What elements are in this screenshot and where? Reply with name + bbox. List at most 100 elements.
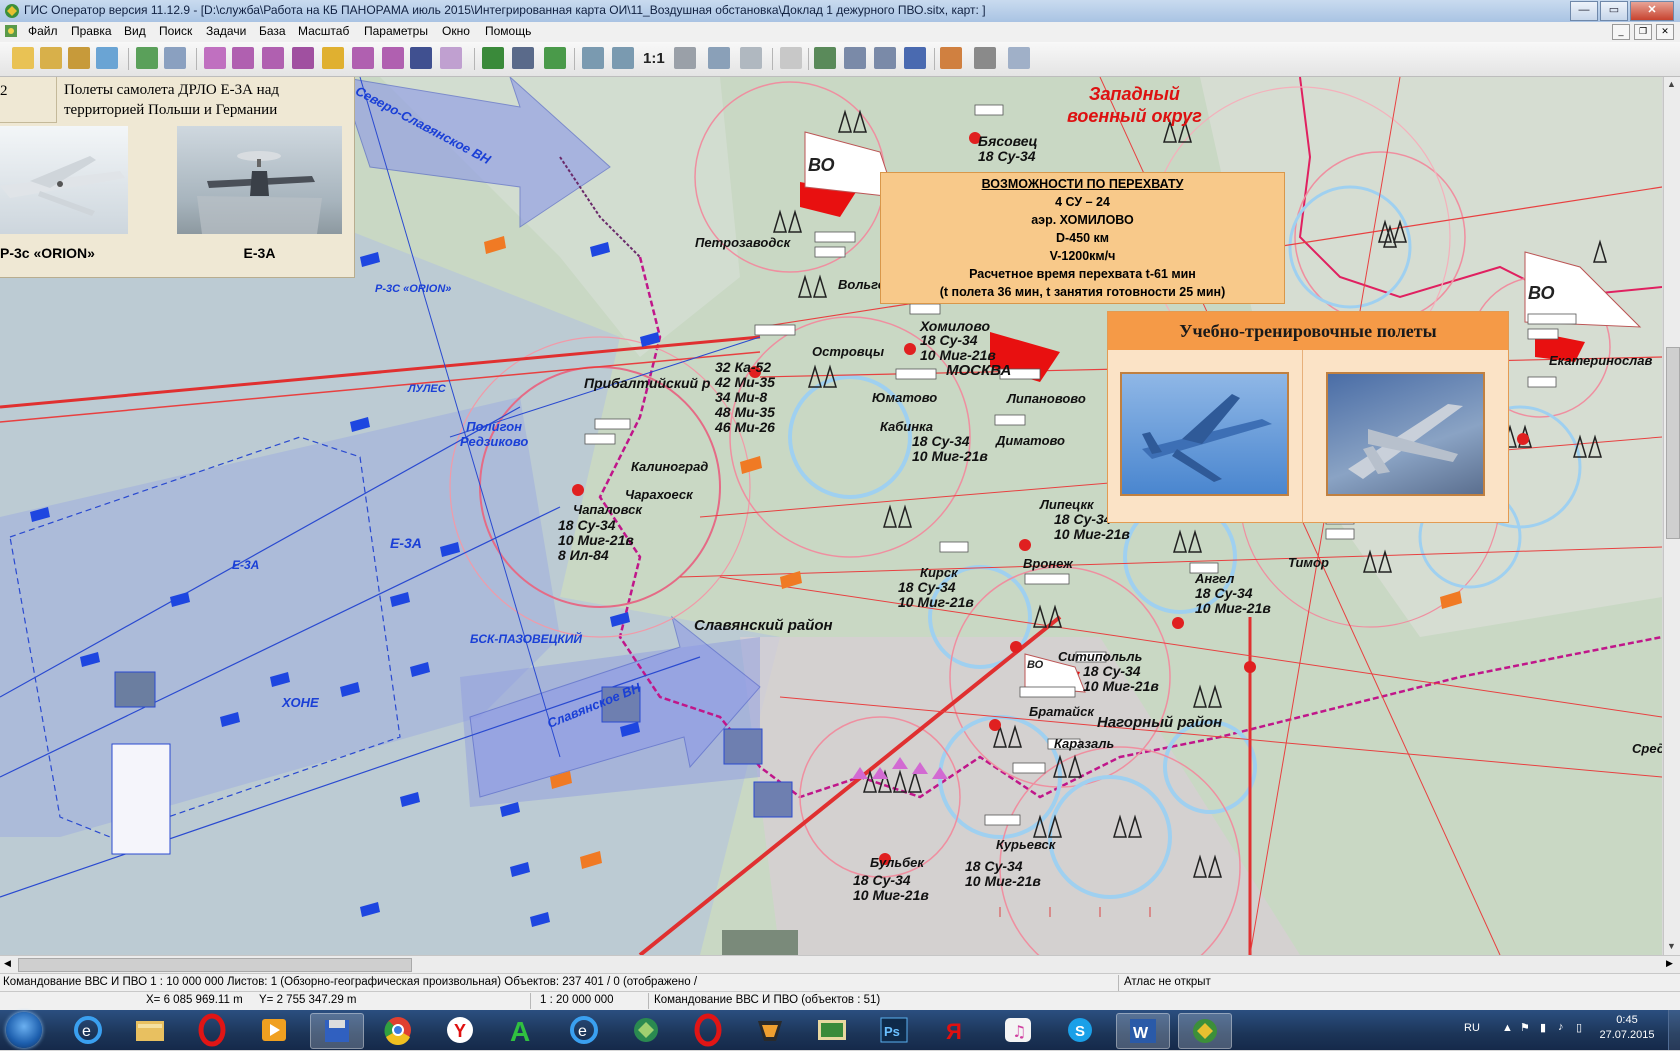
label-charakhovsk: Чарахоеск — [625, 487, 693, 502]
intercept-capability-popup[interactable]: ВОЗМОЖНОСТИ ПО ПЕРЕХВАТУ 4 СУ – 24 аэр. … — [880, 172, 1285, 304]
menu-scale[interactable]: Масштаб — [298, 24, 349, 38]
list-view-icon[interactable] — [410, 47, 432, 69]
object-icon[interactable] — [874, 47, 896, 69]
toolbar-separator — [808, 48, 809, 70]
vertical-scrollbar[interactable]: ▲ ▼ — [1663, 77, 1680, 955]
intercept-line-airfield: аэр. ХОМИЛОВО — [1031, 213, 1134, 227]
ie2-icon[interactable]: e — [558, 1013, 610, 1047]
opera2-icon[interactable] — [682, 1013, 734, 1047]
scroll-left-icon[interactable]: ◀ — [4, 958, 11, 969]
label-icon[interactable] — [904, 47, 926, 69]
scroll-up-icon[interactable]: ▲ — [1667, 79, 1676, 89]
status-layer: Командование ВВС И ПВО (объектов : 51) — [654, 994, 881, 1006]
text-icon[interactable] — [844, 47, 866, 69]
yandex-browser-icon[interactable]: Y — [434, 1013, 486, 1047]
menu-bar: Файл Правка Вид Поиск Задачи База Масшта… — [0, 22, 1680, 43]
zoom-out-icon[interactable] — [582, 47, 604, 69]
edit-select-icon[interactable] — [352, 47, 374, 69]
close-button[interactable]: ✕ — [1630, 1, 1674, 21]
menu-help[interactable]: Помощь — [485, 24, 531, 38]
chrome-icon[interactable] — [372, 1013, 424, 1047]
scroll-down-icon[interactable]: ▼ — [1667, 941, 1676, 951]
scroll-right-icon[interactable]: ▶ — [1666, 958, 1673, 969]
menu-edit[interactable]: Правка — [71, 24, 112, 38]
clear-select-icon[interactable] — [440, 47, 462, 69]
select-icon[interactable] — [204, 47, 226, 69]
training-flights-popup[interactable]: Учебно-тренировочные полеты — [1107, 311, 1509, 523]
menu-parameters[interactable]: Параметры — [364, 24, 428, 38]
print-icon[interactable] — [974, 47, 996, 69]
scale-one-to-one-button[interactable]: 1:1 — [643, 50, 665, 67]
tray-volume-icon[interactable]: ♪ — [1558, 1021, 1564, 1033]
status-coord-y: Y= 2 755 347.29 m — [259, 994, 357, 1006]
tray-expand-icon[interactable]: ▲ — [1502, 1022, 1513, 1034]
tray-power-icon[interactable]: ▯ — [1576, 1021, 1582, 1034]
open-map-icon[interactable] — [40, 47, 62, 69]
mdi-close-button[interactable]: ✕ — [1656, 24, 1674, 40]
show-desktop-button[interactable] — [1668, 1010, 1680, 1050]
maximize-button[interactable]: ▭ — [1600, 1, 1628, 21]
select-rect-icon[interactable] — [322, 47, 344, 69]
paint-icon[interactable] — [940, 47, 962, 69]
menu-base[interactable]: База — [259, 24, 286, 38]
route-icon[interactable] — [512, 47, 534, 69]
intercept-line-details: (t полета 36 мин, t занятия готовности 2… — [939, 285, 1226, 299]
explorer-icon[interactable] — [124, 1013, 176, 1047]
info-panel-drlo[interactable]: 2 Полеты самолета ДРЛО Е-3А над территор… — [0, 77, 355, 278]
label-baltic-forces: 32 Ка-52 42 Ми-35 34 Ми-8 48 Ми-35 46 Ми… — [715, 359, 775, 435]
menu-view[interactable]: Вид — [124, 24, 146, 38]
horizontal-scroll-thumb[interactable] — [18, 958, 412, 972]
menu-tasks[interactable]: Задачи — [206, 24, 246, 38]
mdi-minimize-button[interactable]: _ — [1612, 24, 1630, 40]
label-timor: Тимор — [1288, 555, 1329, 570]
label-ekaterinoslav: Екатеринослав — [1549, 353, 1653, 368]
tray-language[interactable]: RU — [1464, 1022, 1480, 1034]
add-layer-icon[interactable] — [96, 47, 118, 69]
menu-file[interactable]: Файл — [28, 24, 58, 38]
mdi-restore-button[interactable]: ❐ — [1634, 24, 1652, 40]
document-icon[interactable] — [4, 24, 18, 38]
tray-clock[interactable]: 0:45 27.07.2015 — [1592, 1013, 1662, 1043]
zoom-rect-icon[interactable] — [674, 47, 696, 69]
skype-icon[interactable]: S — [1054, 1013, 1106, 1047]
menu-window[interactable]: Окно — [442, 24, 470, 38]
gis-operator-icon[interactable] — [1178, 1013, 1232, 1049]
open-network-icon[interactable] — [68, 47, 90, 69]
media-icon[interactable] — [248, 1013, 300, 1047]
globe-icon[interactable] — [620, 1013, 672, 1047]
start-button[interactable] — [6, 1012, 42, 1048]
picture-icon[interactable] — [806, 1013, 858, 1047]
opera-icon[interactable] — [186, 1013, 238, 1047]
map-view-icon[interactable] — [482, 47, 504, 69]
tray-network-icon[interactable]: ▮ — [1540, 1021, 1546, 1034]
help-icon[interactable] — [1008, 47, 1030, 69]
table-icon[interactable] — [814, 47, 836, 69]
itunes-icon[interactable]: ♫ — [992, 1013, 1044, 1047]
select-area-icon[interactable] — [262, 47, 284, 69]
photoshop-icon[interactable]: Ps — [868, 1013, 920, 1047]
ie-icon[interactable]: e — [62, 1013, 114, 1047]
check-icon[interactable] — [708, 47, 730, 69]
label-chalalovsk-forces: 18 Су-34 10 Миг-21в 8 Ил-84 — [558, 517, 634, 563]
select-polygon-icon[interactable] — [292, 47, 314, 69]
back-icon[interactable] — [740, 47, 762, 69]
minimize-button[interactable]: — — [1570, 1, 1598, 21]
a-icon[interactable]: A — [496, 1013, 548, 1047]
save-icon[interactable] — [310, 1013, 364, 1049]
open-folder-icon[interactable] — [12, 47, 34, 69]
yandex-icon[interactable]: Я — [930, 1013, 982, 1047]
menu-search[interactable]: Поиск — [159, 24, 192, 38]
word-icon[interactable]: W — [1116, 1013, 1170, 1049]
winamp-icon[interactable] — [744, 1013, 796, 1047]
vertical-scroll-thumb[interactable] — [1666, 347, 1680, 539]
horizontal-scrollbar[interactable]: ◀ ▶ — [0, 955, 1680, 973]
layers-icon[interactable] — [136, 47, 158, 69]
list-objects-icon[interactable] — [382, 47, 404, 69]
pointer-icon[interactable] — [780, 47, 802, 69]
lightning-icon[interactable] — [544, 47, 566, 69]
list-icon[interactable] — [164, 47, 186, 69]
tray-flag-icon[interactable]: ⚑ — [1520, 1021, 1530, 1034]
select-text-icon[interactable] — [232, 47, 254, 69]
zoom-in-icon[interactable] — [612, 47, 634, 69]
intercept-line-distance: D-450 км — [1055, 231, 1110, 245]
